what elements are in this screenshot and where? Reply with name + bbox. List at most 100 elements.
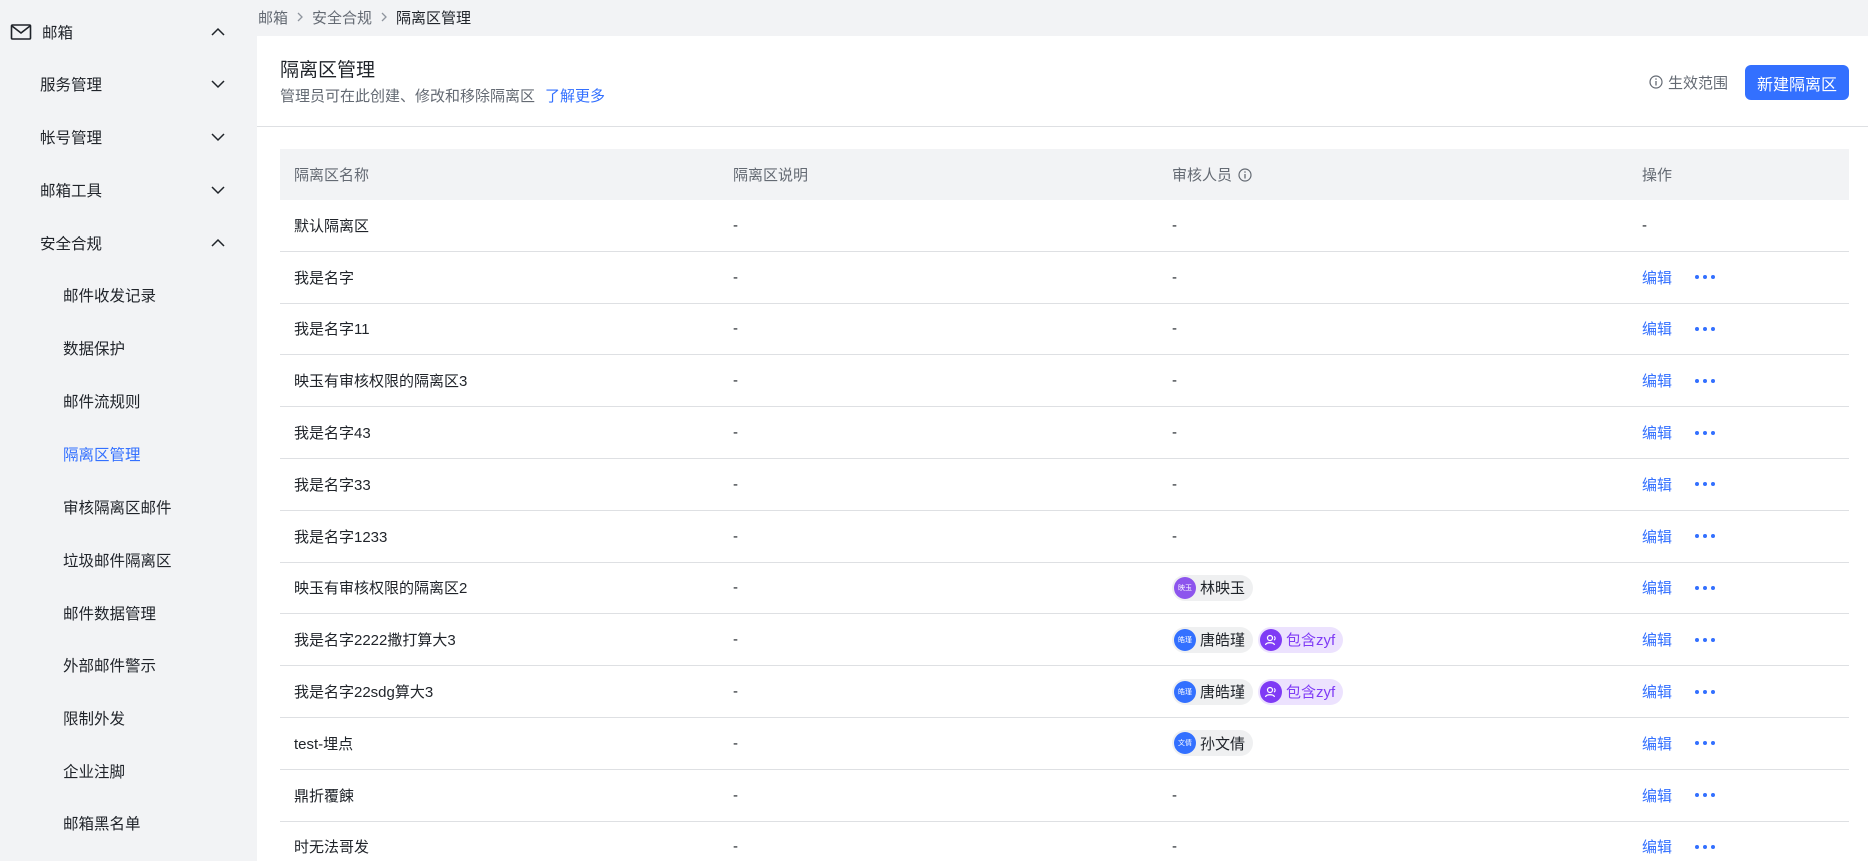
edit-link[interactable]: 编辑 (1642, 681, 1672, 702)
sidebar-subitem-external-mail-warning[interactable]: 外部邮件警示 (0, 645, 257, 685)
reviewers-cell: - (1158, 269, 1628, 286)
edit-link[interactable]: 编辑 (1642, 836, 1672, 857)
breadcrumb-item-security-compliance[interactable]: 安全合规 (312, 7, 372, 28)
sidebar-item-label: 限制外发 (63, 711, 126, 728)
effective-scope-button[interactable]: 生效范围 (1649, 70, 1728, 94)
info-icon[interactable] (1238, 167, 1252, 182)
reviewer-group-chip[interactable]: 包含zyf (1258, 678, 1344, 705)
reviewers-cell: 映玉 林映玉 (1158, 574, 1628, 601)
column-header-actions: 操作 (1642, 167, 1673, 184)
edit-link[interactable]: 编辑 (1642, 629, 1672, 650)
reviewers-empty: - (1172, 838, 1177, 856)
sidebar-subitem-spam-quarantine[interactable]: 垃圾邮件隔离区 (0, 540, 257, 580)
reviewer-user-chip[interactable]: 皓瑾 唐皓瑾 (1172, 626, 1254, 653)
edit-link[interactable]: 编辑 (1642, 370, 1672, 391)
actions-cell: 编辑 (1628, 836, 1849, 857)
page-description: 管理员可在此创建、修改和移除隔离区 了解更多 (280, 85, 605, 106)
table-row: test-埋点 - 文倩 孙文倩 编辑 (280, 718, 1849, 770)
sidebar-item-label: 帐号管理 (40, 130, 103, 147)
chevron-up-icon (211, 27, 225, 36)
more-options-icon[interactable] (1694, 474, 1718, 494)
column-header-reviewers-label: 审核人员 (1172, 167, 1233, 184)
more-options-icon[interactable] (1694, 837, 1718, 857)
group-icon (1260, 680, 1283, 703)
column-header-name: 隔离区名称 (294, 167, 370, 184)
chevron-right-icon (297, 12, 303, 22)
edit-link[interactable]: 编辑 (1642, 733, 1672, 754)
breadcrumb-item-mailbox[interactable]: 邮箱 (258, 7, 288, 28)
more-options-icon[interactable] (1694, 785, 1718, 805)
new-quarantine-button[interactable]: 新建隔离区 (1745, 65, 1849, 100)
quarantine-description-cell: - (733, 268, 738, 286)
edit-link[interactable]: 编辑 (1642, 318, 1672, 339)
sidebar-item-mail-tools[interactable]: 邮箱工具 (0, 170, 257, 210)
table-row: 我是名字33 - - 编辑 (280, 459, 1849, 511)
more-options-icon[interactable] (1694, 371, 1718, 391)
reviewers-empty: - (1172, 475, 1177, 493)
quarantine-name-cell: 默认隔离区 (294, 217, 370, 235)
quarantine-name-cell: 我是名字33 (294, 476, 371, 494)
sidebar-subitem-quarantine-management[interactable]: 隔离区管理 (0, 434, 257, 474)
quarantine-description-cell: - (733, 424, 738, 442)
info-icon (1649, 75, 1663, 89)
sidebar-subitem-data-protection[interactable]: 数据保护 (0, 328, 257, 368)
reviewers-empty: - (1172, 320, 1177, 338)
quarantine-name-cell: 我是名字 (294, 269, 355, 287)
more-options-icon[interactable] (1694, 526, 1718, 546)
group-icon (1260, 628, 1283, 651)
quarantine-name-cell: 鼎折覆餗 (294, 787, 355, 805)
quarantine-name-cell: 我是名字2222撒打算大3 (294, 632, 456, 650)
reviewer-user-chip[interactable]: 皓瑾 唐皓瑾 (1172, 678, 1254, 705)
sidebar-item-label: 邮箱 (42, 25, 74, 42)
quarantine-description-cell: - (733, 631, 738, 649)
sidebar-item-service-management[interactable]: 服务管理 (0, 64, 257, 104)
reviewers-empty: - (1172, 786, 1177, 804)
actions-cell: 编辑 (1628, 474, 1849, 495)
sidebar-item-label: 垃圾邮件隔离区 (63, 553, 172, 570)
sidebar-subitem-mail-flow-rules[interactable]: 邮件流规则 (0, 381, 257, 421)
table-row: 我是名字2222撒打算大3 - 皓瑾 唐皓瑾 包含zyf 编辑 (280, 614, 1849, 667)
more-options-icon[interactable] (1694, 630, 1718, 650)
more-options-icon[interactable] (1694, 578, 1718, 598)
learn-more-link[interactable]: 了解更多 (545, 88, 605, 105)
sidebar-subitem-mail-logs[interactable]: 邮件收发记录 (0, 275, 257, 315)
reviewers-cell: - (1158, 476, 1628, 493)
chevron-down-icon (211, 186, 225, 195)
avatar: 皓瑾 (1174, 628, 1196, 651)
sidebar-subitem-mailbox-blacklist[interactable]: 邮箱黑名单 (0, 803, 257, 843)
edit-link[interactable]: 编辑 (1642, 474, 1672, 495)
edit-link[interactable]: 编辑 (1642, 785, 1672, 806)
actions-cell: 编辑 (1628, 733, 1849, 754)
quarantine-table: 隔离区名称 隔离区说明 审核人员 操作 默认隔离区 - - - 我是名字 - - 编辑 我是名字… (280, 149, 1849, 861)
more-options-icon[interactable] (1694, 682, 1718, 702)
reviewers-cell: 文倩 孙文倩 (1158, 730, 1628, 757)
more-options-icon[interactable] (1694, 733, 1718, 753)
edit-link[interactable]: 编辑 (1642, 422, 1672, 443)
reviewer-user-chip[interactable]: 映玉 林映玉 (1172, 574, 1254, 601)
sidebar-item-mailbox[interactable]: 邮箱 (0, 12, 257, 52)
main-panel: 隔离区管理 管理员可在此创建、修改和移除隔离区 了解更多 生效范围 新建隔离区 隔… (257, 36, 1868, 861)
actions-cell: 编辑 (1628, 681, 1849, 702)
reviewer-name: 包含zyf (1286, 684, 1336, 702)
sidebar-subitem-restrict-outbound[interactable]: 限制外发 (0, 698, 257, 738)
more-options-icon[interactable] (1694, 319, 1718, 339)
more-options-icon[interactable] (1694, 423, 1718, 443)
reviewer-user-chip[interactable]: 文倩 孙文倩 (1172, 730, 1254, 757)
avatar: 文倩 (1174, 732, 1196, 755)
sidebar: 邮箱 服务管理 帐号管理 邮箱工具 安全合规 邮件收发记录 数据保护 邮件流规则… (0, 0, 257, 861)
actions-cell: 编辑 (1628, 422, 1849, 443)
reviewer-name: 孙文倩 (1200, 735, 1246, 753)
sidebar-subitem-mail-data-management[interactable]: 邮件数据管理 (0, 593, 257, 633)
more-options-icon[interactable] (1694, 267, 1718, 287)
sidebar-item-account-management[interactable]: 帐号管理 (0, 117, 257, 157)
sidebar-subitem-review-quarantine-mail[interactable]: 审核隔离区邮件 (0, 487, 257, 527)
reviewers-cell: - (1158, 217, 1628, 234)
edit-link[interactable]: 编辑 (1642, 526, 1672, 547)
edit-link[interactable]: 编辑 (1642, 267, 1672, 288)
sidebar-subitem-enterprise-footer[interactable]: 企业注脚 (0, 751, 257, 791)
reviewer-group-chip[interactable]: 包含zyf (1258, 626, 1344, 653)
edit-link[interactable]: 编辑 (1642, 577, 1672, 598)
sidebar-item-security-compliance[interactable]: 安全合规 (0, 223, 257, 263)
reviewer-name: 林映玉 (1200, 580, 1246, 598)
breadcrumb-item-current: 隔离区管理 (396, 9, 472, 27)
